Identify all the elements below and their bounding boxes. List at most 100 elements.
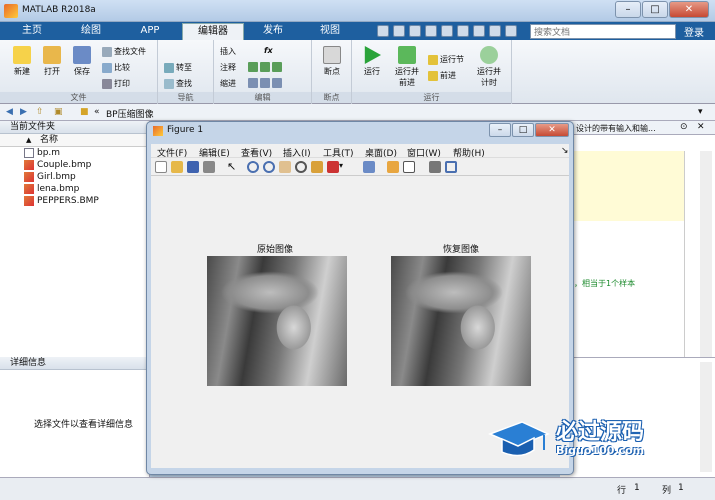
wrap-comment-icon <box>272 62 282 72</box>
window-controls: – □ ✕ <box>615 1 709 18</box>
file-item[interactable]: PEPPERS.BMP <box>0 195 149 207</box>
login-button[interactable]: 登录 <box>684 24 704 39</box>
dock-icon[interactable]: ↘ <box>561 146 569 156</box>
editor-options-icon[interactable]: ⊙ <box>680 122 688 132</box>
new-figure-icon[interactable] <box>155 161 167 173</box>
file-item[interactable]: lena.bmp <box>0 183 149 195</box>
find-button[interactable]: 查找 <box>164 78 192 89</box>
increase-indent-icon <box>260 78 270 88</box>
indent-tools-icons[interactable] <box>248 78 282 88</box>
rotate-3d-icon[interactable] <box>295 161 307 173</box>
file-item[interactable]: Girl.bmp <box>0 171 149 183</box>
save-figure-icon[interactable] <box>187 161 199 173</box>
redo-icon[interactable] <box>457 25 469 37</box>
matlab-logo-icon <box>4 4 18 18</box>
close-button[interactable]: ✕ <box>669 1 709 18</box>
advance-button[interactable]: 前进 <box>428 70 456 81</box>
brush-dropdown-icon[interactable]: ▾ <box>339 161 351 173</box>
image-file-icon <box>24 184 34 194</box>
zoom-out-icon[interactable] <box>263 161 275 173</box>
tab-publish[interactable]: 发布 <box>248 23 298 40</box>
maximize-button[interactable]: □ <box>642 1 668 18</box>
figure-minimize-button[interactable]: – <box>489 123 511 137</box>
current-folder-header: 当前文件夹 <box>0 121 149 134</box>
figure-menu-bar: 文件(F) 编辑(E) 查看(V) 插入(I) 工具(T) 桌面(D) 窗口(W… <box>151 144 569 159</box>
tab-editor[interactable]: 编辑器 <box>182 23 244 40</box>
code-cell-highlight <box>570 151 684 221</box>
forward-arrow-icon[interactable]: ▶ <box>20 107 27 117</box>
new-button[interactable]: 新建 <box>8 46 36 77</box>
run-group: 运行 运行并 前进 运行节 前进 运行并 计时 运行 <box>352 40 512 104</box>
quick-save-icon[interactable] <box>377 25 389 37</box>
back-arrow-icon[interactable]: ◀ <box>6 107 13 117</box>
colorbar-icon[interactable] <box>387 161 399 173</box>
goto-icon <box>164 62 174 73</box>
original-image[interactable] <box>207 256 347 386</box>
show-plot-tools-icon[interactable] <box>445 161 457 173</box>
insert-button[interactable]: 插入 <box>220 46 236 57</box>
quick-cut-icon[interactable] <box>393 25 405 37</box>
run-icon <box>364 46 381 64</box>
print-figure-icon[interactable] <box>203 161 215 173</box>
editor-close-icon[interactable]: ✕ <box>697 122 705 132</box>
print-button[interactable]: 打印 <box>102 78 130 89</box>
link-plot-icon[interactable] <box>363 161 375 173</box>
editor-scrollbar[interactable] <box>700 151 712 357</box>
axes-title-restored: 恢复图像 <box>443 245 480 255</box>
customize-icon[interactable] <box>505 25 517 37</box>
find-files-button[interactable]: 查找文件 <box>102 46 146 57</box>
minimize-button[interactable]: – <box>615 1 641 18</box>
watermark-domain: Biguo100.com <box>556 444 645 457</box>
undo-icon[interactable] <box>441 25 453 37</box>
open-button[interactable]: 打开 <box>38 46 66 77</box>
hide-plot-tools-icon[interactable] <box>429 161 441 173</box>
tab-apps[interactable]: APP <box>124 23 176 40</box>
restored-image[interactable] <box>391 256 531 386</box>
help-icon[interactable] <box>489 25 501 37</box>
tab-home[interactable]: 主页 <box>8 23 56 40</box>
insert-function-button[interactable]: fx <box>264 46 273 55</box>
comment-tools-icons[interactable] <box>248 62 282 72</box>
run-section-icon <box>428 54 438 65</box>
switch-windows-icon[interactable] <box>473 25 485 37</box>
quick-copy-icon[interactable] <box>409 25 421 37</box>
new-icon <box>13 46 31 64</box>
compare-button[interactable]: 比较 <box>102 62 130 73</box>
brush-icon[interactable] <box>327 161 339 173</box>
zoom-in-icon[interactable] <box>247 161 259 173</box>
name-column-header[interactable]: ▲ 名称 <box>0 134 149 147</box>
details-header: 详细信息 <box>0 357 149 370</box>
data-cursor-icon[interactable] <box>311 161 323 173</box>
file-item[interactable]: bp.m <box>0 147 149 159</box>
comment-button[interactable]: 注释 <box>220 62 236 73</box>
current-path-folder[interactable]: BP压缩图像 <box>106 107 154 120</box>
open-file-icon[interactable] <box>171 161 183 173</box>
tab-view[interactable]: 视图 <box>305 23 355 40</box>
save-button[interactable]: 保存 <box>68 46 96 77</box>
path-dropdown-icon[interactable]: ▾ <box>698 107 703 117</box>
run-section-button[interactable]: 运行节 <box>428 54 464 65</box>
run-and-advance-button[interactable]: 运行并 前进 <box>390 46 424 88</box>
run-and-time-button[interactable]: 运行并 计时 <box>472 46 506 88</box>
edit-plot-icon[interactable]: ↖ <box>227 161 239 173</box>
edit-group: 插入 注释 缩进 fx 编辑 <box>214 40 312 104</box>
up-folder-icon[interactable]: ⇧ <box>36 107 44 117</box>
browse-folder-icon[interactable]: ▣ <box>54 107 63 117</box>
decrease-indent-icon <box>272 78 282 88</box>
quick-paste-icon[interactable] <box>425 25 437 37</box>
run-button[interactable]: 运行 <box>358 46 386 77</box>
breakpoints-button[interactable]: 断点 <box>318 46 346 77</box>
goto-button[interactable]: 转至 <box>164 62 192 73</box>
current-folder-pane: 当前文件夹 ▲ 名称 bp.m Couple.bmp Girl.bmp lena.… <box>0 121 150 357</box>
legend-icon[interactable] <box>403 161 415 173</box>
indent-button[interactable]: 缩进 <box>220 78 236 89</box>
command-scrollbar[interactable] <box>700 362 712 472</box>
pan-icon[interactable] <box>279 161 291 173</box>
m-file-icon <box>24 148 34 158</box>
tab-plots[interactable]: 绘图 <box>66 23 116 40</box>
figure-maximize-button[interactable]: □ <box>512 123 534 137</box>
watermark-logo: 必过源码 Biguo100.com <box>488 412 698 467</box>
figure-close-button[interactable]: ✕ <box>535 123 569 137</box>
search-documentation-input[interactable] <box>530 24 676 39</box>
file-item[interactable]: Couple.bmp <box>0 159 149 171</box>
